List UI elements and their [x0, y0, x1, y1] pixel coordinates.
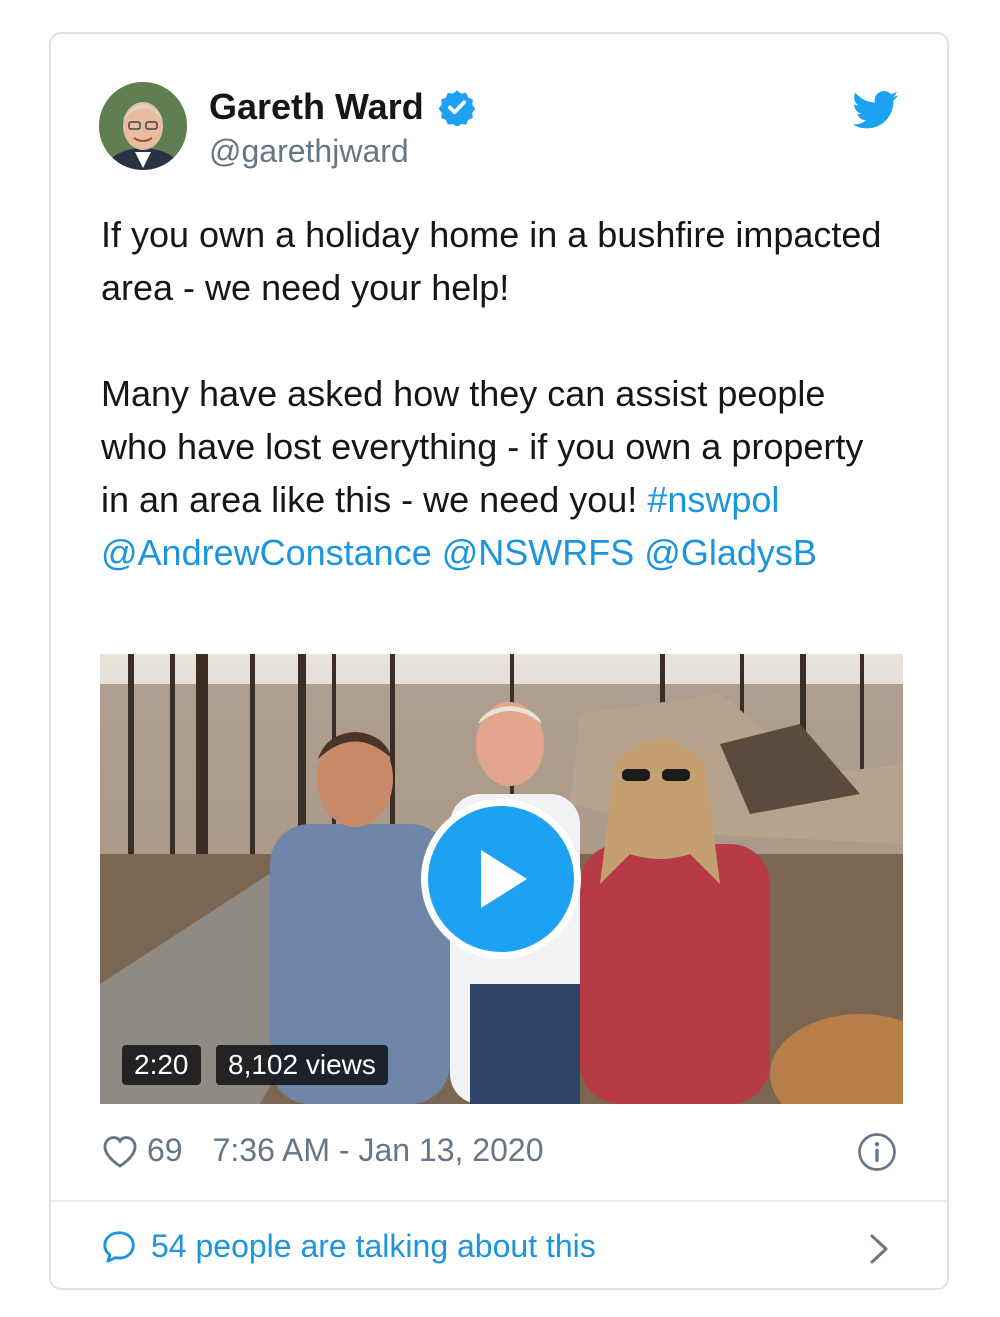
conversation-link[interactable]: 54 people are talking about this: [101, 1228, 596, 1265]
video-player[interactable]: 2:20 8,102 views: [100, 654, 903, 1104]
divider: [51, 1200, 947, 1202]
avatar[interactable]: [99, 82, 187, 170]
author-name[interactable]: Gareth Ward: [209, 86, 424, 128]
mention-andrewconstance[interactable]: @AndrewConstance: [101, 532, 432, 573]
chevron-right-icon[interactable]: [867, 1232, 891, 1266]
author-handle[interactable]: @garethjward: [209, 133, 409, 170]
play-button[interactable]: [421, 799, 581, 959]
mention-gladysb[interactable]: @GladysB: [644, 532, 817, 573]
play-icon: [481, 850, 527, 908]
tweet-timestamp[interactable]: 7:36 AM - Jan 13, 2020: [213, 1132, 544, 1169]
author-name-row[interactable]: Gareth Ward: [209, 86, 476, 128]
like-count[interactable]: 69: [147, 1132, 183, 1169]
verified-badge-icon: [438, 90, 476, 126]
tweet-text: If you own a holiday home in a bushfire …: [101, 208, 901, 579]
video-duration: 2:20: [122, 1045, 201, 1085]
video-views: 8,102 views: [216, 1045, 388, 1085]
info-icon[interactable]: [857, 1132, 897, 1172]
hashtag-nswpol[interactable]: #nswpol: [647, 479, 779, 520]
tweet-card[interactable]: Gareth Ward @garethjward If you own a ho…: [49, 32, 949, 1290]
twitter-bird-icon[interactable]: [853, 90, 899, 130]
comment-bubble-icon: [103, 1230, 135, 1263]
heart-icon[interactable]: [101, 1133, 139, 1169]
conversation-text[interactable]: 54 people are talking about this: [151, 1228, 596, 1265]
tweet-paragraph-1: If you own a holiday home in a bushfire …: [101, 214, 882, 308]
tweet-meta: 69 7:36 AM - Jan 13, 2020: [101, 1132, 543, 1169]
mention-nswrfs[interactable]: @NSWRFS: [442, 532, 635, 573]
tweet-paragraph-2: Many have asked how they can assist peop…: [101, 367, 901, 579]
